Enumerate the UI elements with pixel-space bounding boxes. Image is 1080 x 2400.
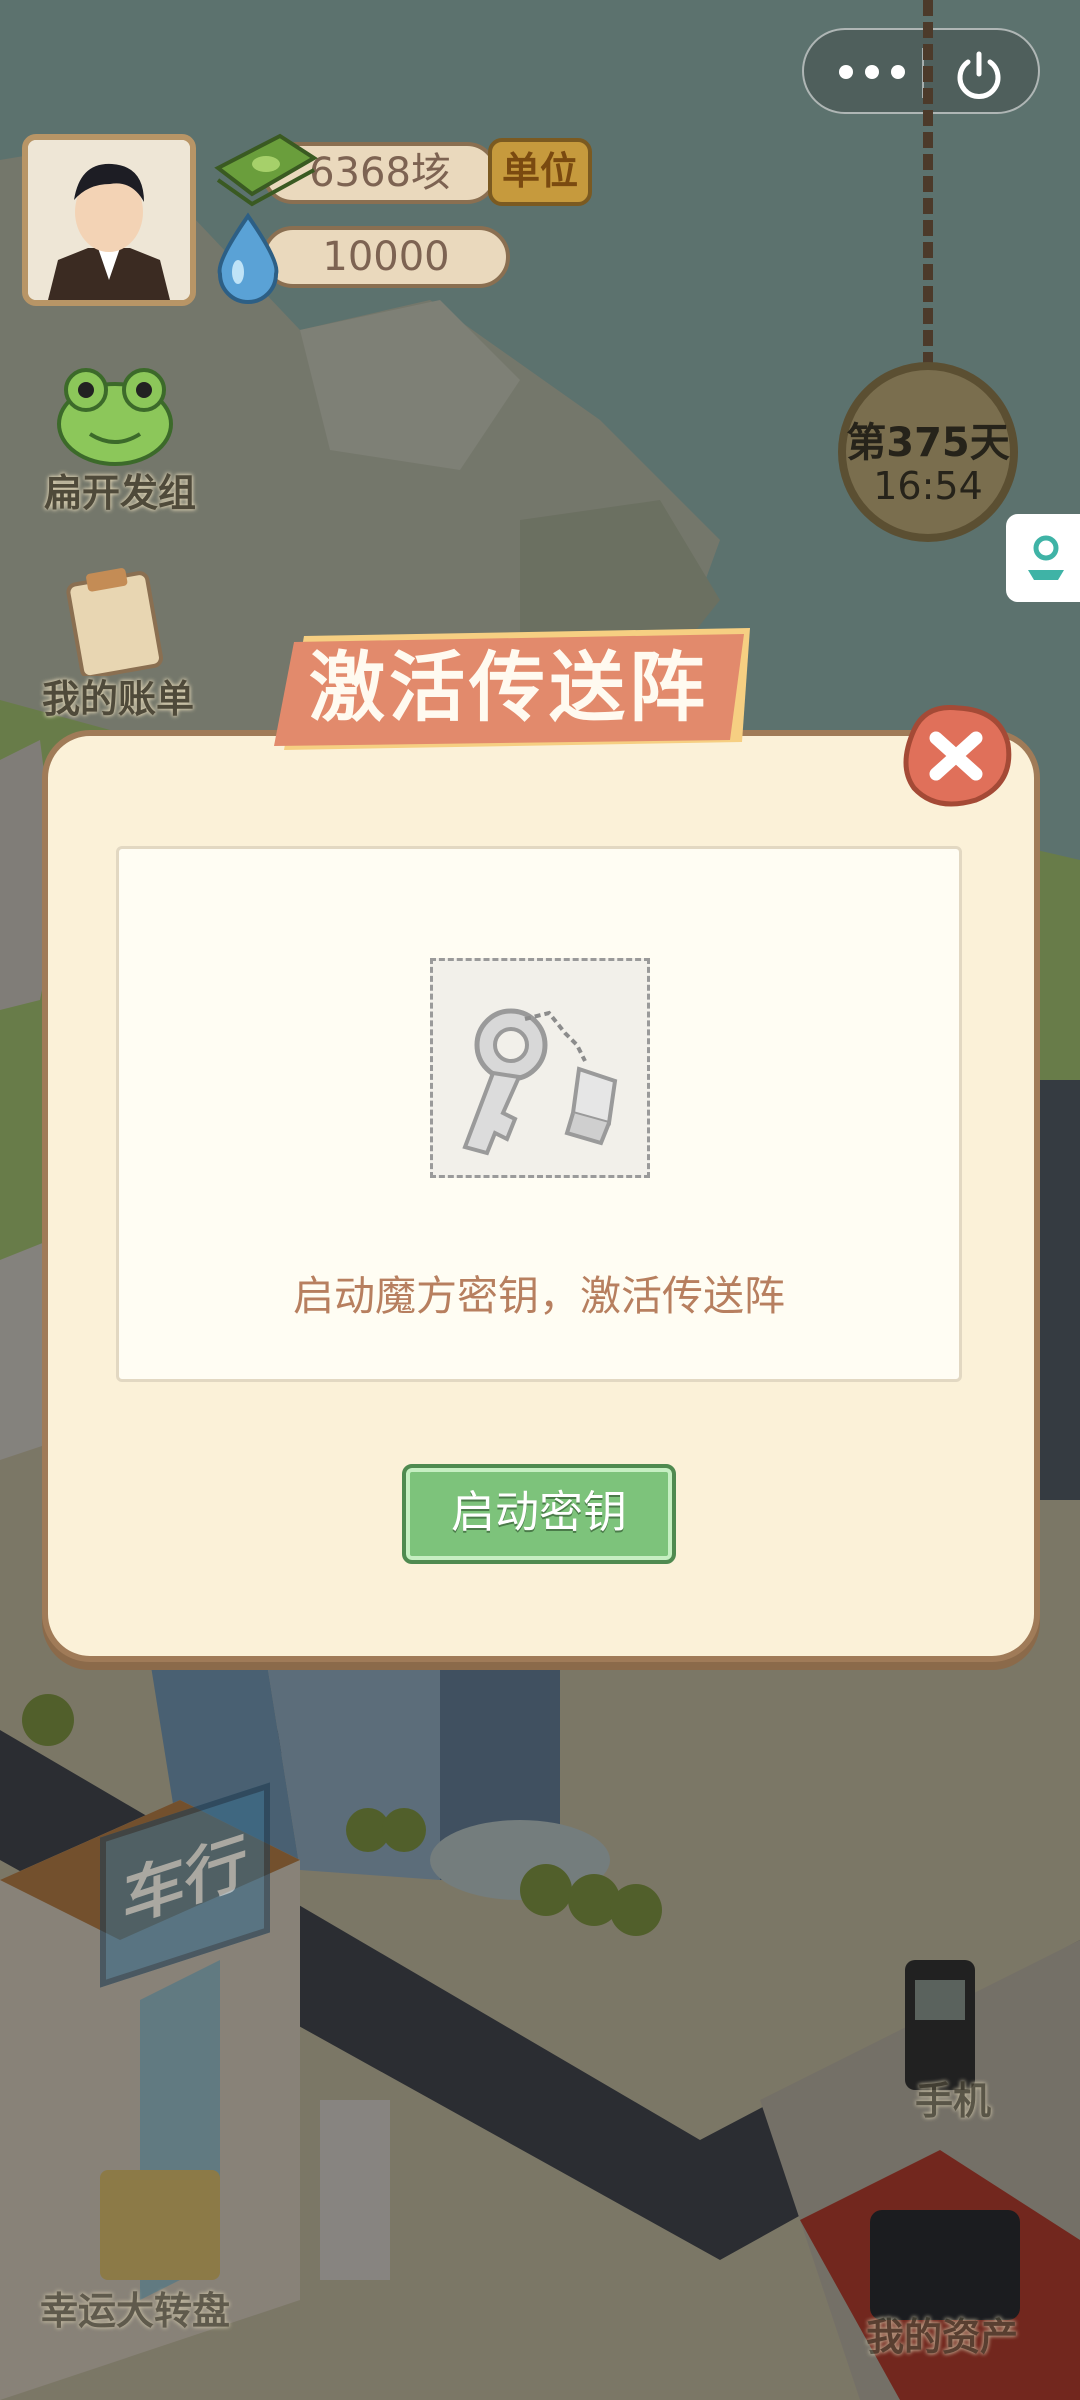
close-program-icon[interactable] [952, 48, 1006, 102]
avatar-portrait-icon [28, 140, 190, 300]
player-avatar[interactable] [22, 134, 196, 306]
floating-service-button[interactable] [1006, 514, 1080, 602]
cube-key-icon [462, 1008, 618, 1156]
start-key-button[interactable]: 启动密钥 [402, 1464, 676, 1564]
cube-key-slot[interactable] [430, 958, 650, 1178]
frog-icon[interactable] [50, 360, 180, 470]
close-icon[interactable] [896, 700, 1016, 812]
more-options-icon[interactable] [832, 52, 912, 92]
day-counter: 第375天 [846, 420, 1010, 466]
clock-chain [923, 0, 933, 370]
frog-dev-group-label[interactable]: 扁开发组 [44, 462, 196, 517]
dialog-description: 启动魔方密钥，激活传送阵 [293, 1272, 785, 1320]
game-time: 16:54 [873, 464, 983, 508]
pocket-watch[interactable]: 第375天 16:54 [838, 362, 1018, 542]
customer-service-icon [1028, 535, 1064, 580]
water-drop-icon [217, 212, 279, 304]
cash-stack-icon [214, 133, 318, 207]
phone-label[interactable]: 手机 [915, 2070, 991, 2125]
lucky-wheel-label[interactable]: 幸运大转盘 [40, 2280, 230, 2335]
unit-button[interactable]: 单位 [488, 138, 592, 206]
water-counter: 10000 [262, 226, 510, 288]
my-bill-label[interactable]: 我的账单 [42, 668, 194, 723]
bill-clipboard-icon[interactable] [60, 566, 170, 676]
my-assets-label[interactable]: 我的资产 [866, 2306, 1018, 2361]
dialog-title: 激活传送阵 [309, 643, 709, 732]
